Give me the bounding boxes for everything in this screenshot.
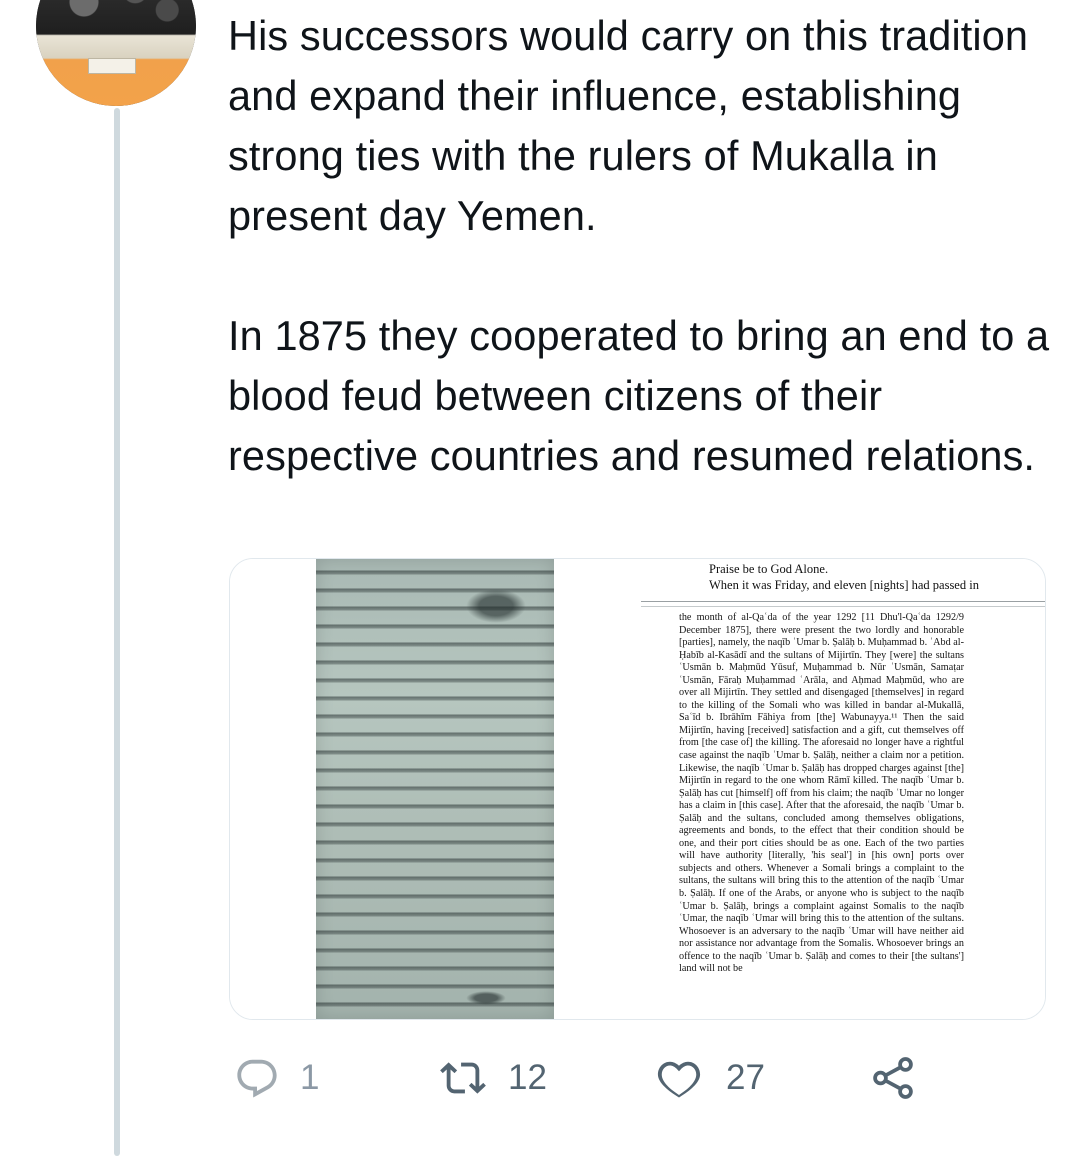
arabic-manuscript-image (316, 559, 554, 1019)
translation-heading: Praise be to God Alone. When it was Frid… (709, 561, 1039, 593)
reply-count: 1 (300, 1058, 320, 1097)
avatar-photo (36, 0, 196, 106)
translation-heading-line-2: When it was Friday, and eleven [nights] … (709, 578, 979, 592)
tweet-paragraph-2: In 1875 they cooperated to bring an end … (228, 312, 1050, 479)
translation-body: the month of al-Qaʿda of the year 1292 [… (679, 612, 964, 975)
manuscript-header-script (466, 589, 526, 623)
tweet-actions: 1 12 27 (0, 1052, 1069, 1104)
media-image-translation[interactable]: Praise be to God Alone. When it was Frid… (641, 559, 1045, 1019)
tweet-paragraph-1: His successors would carry on this tradi… (228, 12, 1029, 239)
reply-button[interactable]: 1 (234, 1052, 319, 1104)
thread-line (114, 108, 120, 1156)
like-button[interactable]: 27 (656, 1052, 765, 1104)
tweet-text: His successors would carry on this tradi… (228, 6, 1058, 486)
like-count: 27 (726, 1058, 765, 1097)
translation-heading-line-1: Praise be to God Alone. (709, 562, 829, 576)
avatar[interactable] (36, 0, 196, 106)
reply-icon (234, 1055, 280, 1101)
retweet-count: 12 (508, 1058, 547, 1097)
media-grid: Praise be to God Alone. When it was Frid… (229, 558, 1046, 1020)
translation-divider-2 (641, 606, 1045, 607)
retweet-icon (440, 1055, 486, 1101)
translation-divider (641, 601, 1045, 602)
share-button[interactable] (868, 1052, 918, 1104)
share-icon (868, 1053, 918, 1103)
media-image-manuscript[interactable] (230, 559, 641, 1019)
avatar-placard (88, 58, 136, 74)
manuscript-footer-script (466, 991, 506, 1005)
retweet-button[interactable]: 12 (440, 1052, 547, 1104)
heart-icon (656, 1055, 702, 1101)
